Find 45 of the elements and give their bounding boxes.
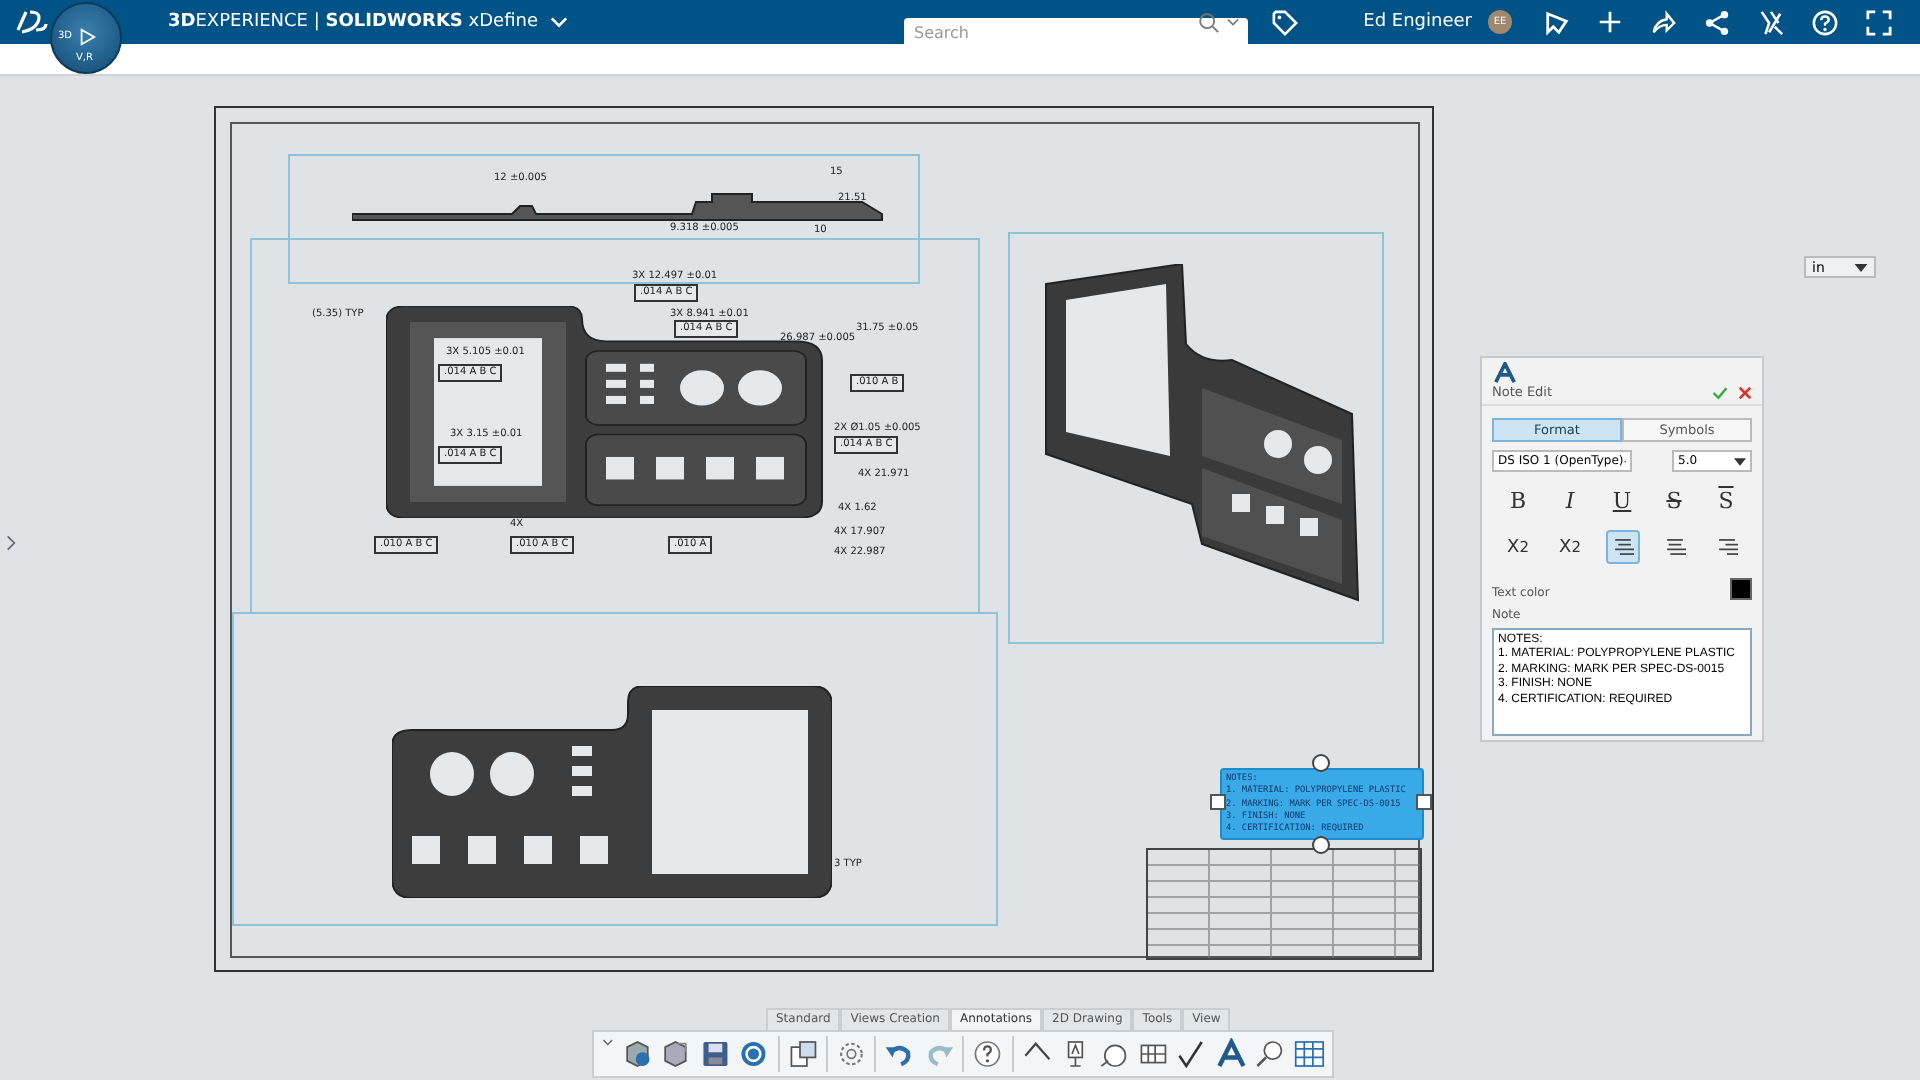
ds-logo-icon[interactable]	[12, 6, 52, 38]
color-swatch[interactable]	[1730, 578, 1752, 600]
refresh-icon[interactable]	[738, 1038, 770, 1070]
text-a-icon[interactable]	[1215, 1038, 1247, 1070]
sheet-swap-icon[interactable]	[787, 1038, 818, 1070]
chevron-down-icon[interactable]	[1226, 17, 1241, 27]
checkmark-icon[interactable]	[1712, 385, 1728, 399]
resize-handle[interactable]	[1312, 754, 1330, 772]
cube-icon[interactable]	[660, 1038, 692, 1070]
fullscreen-icon[interactable]	[1866, 9, 1892, 35]
view-boundary[interactable]	[288, 154, 920, 284]
cube-icon[interactable]	[621, 1038, 653, 1070]
network-icon[interactable]	[1704, 9, 1730, 35]
view-boundary[interactable]	[1008, 232, 1384, 644]
text-style-button[interactable]: S	[1657, 484, 1691, 518]
resize-handle[interactable]	[1210, 794, 1226, 810]
text-style-button[interactable]: S	[1709, 484, 1743, 518]
help-icon[interactable]	[972, 1038, 1004, 1070]
text-style-button[interactable]: U	[1605, 484, 1639, 518]
resize-handle[interactable]	[1416, 794, 1432, 810]
app-title: 3DEXPERIENCE | SOLIDWORKS xDefine	[168, 12, 539, 32]
align-right-icon	[1715, 536, 1737, 558]
table-icon[interactable]	[1293, 1038, 1325, 1070]
tools-icon[interactable]	[1758, 9, 1784, 35]
magnifier-icon[interactable]	[1254, 1038, 1286, 1070]
plus-icon[interactable]	[1598, 10, 1622, 34]
user-name[interactable]: Ed Engineer	[1363, 12, 1472, 32]
chevron-down-icon[interactable]	[602, 1038, 614, 1048]
play-icon[interactable]	[78, 28, 96, 46]
tag-icon[interactable]	[1272, 9, 1299, 35]
align-button[interactable]	[1605, 530, 1639, 564]
text-a-icon	[1494, 362, 1516, 384]
view-boundary[interactable]	[232, 612, 998, 926]
settings-icon[interactable]	[835, 1038, 867, 1070]
text-style-button[interactable]: B	[1501, 484, 1535, 518]
close-icon[interactable]	[1738, 385, 1752, 399]
text-style-button[interactable]: I	[1553, 484, 1587, 518]
share-icon[interactable]	[1650, 9, 1676, 35]
align-left-icon	[1611, 536, 1633, 558]
align-center-icon	[1663, 536, 1685, 558]
resize-handle[interactable]	[1312, 836, 1330, 854]
search-icon[interactable]	[1198, 11, 1221, 33]
save-icon[interactable]	[699, 1038, 731, 1070]
search-field[interactable]: Search	[904, 17, 1249, 47]
surface-finish-icon[interactable]	[1176, 1038, 1208, 1070]
